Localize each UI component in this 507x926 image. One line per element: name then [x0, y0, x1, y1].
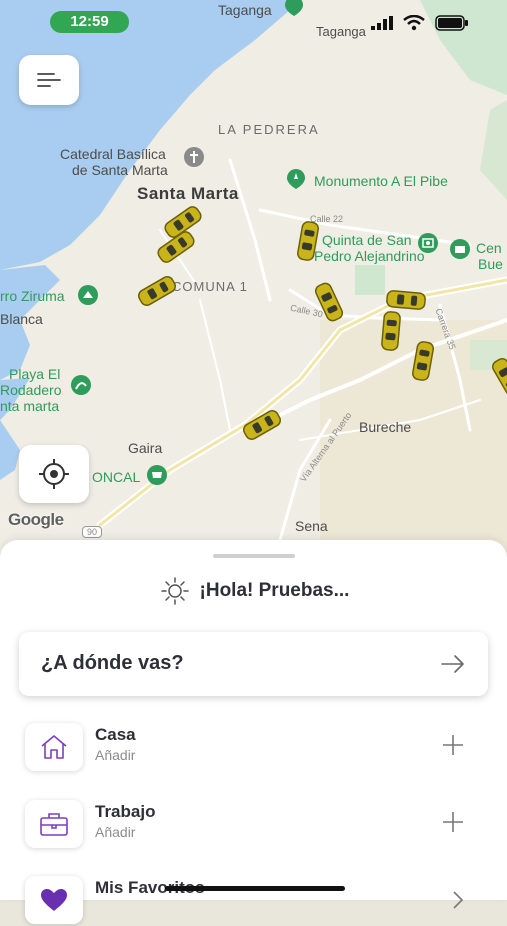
map-label-catedral-line2: de Santa Marta [72, 162, 168, 178]
arrow-right-icon [441, 655, 464, 673]
map-label-santa-marta: Santa Marta [137, 184, 239, 203]
taxi-marker[interactable] [378, 310, 403, 352]
home-indicator [165, 886, 345, 891]
map-label-sena: Sena [295, 518, 328, 534]
battery-icon [435, 15, 468, 31]
beach-pin-icon[interactable] [70, 374, 92, 396]
map-label-gaira: Gaira [128, 440, 163, 456]
locate-me-button[interactable] [19, 445, 89, 503]
map-label-bureche: Bureche [359, 419, 412, 435]
map-label-quinta-line2: Pedro Alejandrino [314, 248, 425, 264]
chevron-right-icon [453, 891, 464, 909]
map-label-centro-line1: Cen [476, 240, 502, 256]
monument-pin-icon[interactable] [285, 168, 307, 190]
place-row-casa[interactable]: Casa Añadir [25, 723, 465, 773]
map-label-monumento: Monumento A El Pibe [314, 173, 448, 189]
map-label-centro-line2: Bue [478, 256, 503, 272]
sun-icon [160, 577, 189, 605]
destination-prompt: ¿A dónde vas? [41, 652, 184, 674]
map-label-taganga-top: Taganga [218, 2, 272, 18]
briefcase-icon [40, 813, 68, 836]
map-label-playa-line1: Playa El [9, 366, 61, 382]
place-row-trabajo[interactable]: Trabajo Añadir [25, 800, 465, 850]
wifi-icon [403, 15, 425, 31]
destination-search-button[interactable]: ¿A dónde vas? [19, 632, 488, 696]
map-label-playa-line2: Rodadero [0, 382, 62, 398]
map-view[interactable]: Taganga Taganga LA PEDRERA Catedral Basí… [0, 0, 507, 560]
signal-icon [371, 16, 393, 30]
sheet-grabber[interactable] [213, 554, 295, 558]
home-icon [41, 735, 67, 759]
taganga-pin-icon[interactable] [283, 0, 305, 17]
menu-button[interactable] [19, 55, 79, 105]
map-label-playa-line3: nta marta [0, 398, 60, 414]
status-time: 12:59 [50, 11, 129, 33]
briefcase-icon-box [25, 800, 83, 848]
church-pin-icon[interactable] [183, 146, 205, 168]
place-subtitle: Añadir [95, 824, 136, 840]
park-pin-icon[interactable] [449, 238, 471, 260]
home-icon-box [25, 723, 83, 771]
bottom-sheet: ¡Hola! Pruebas... ¿A dónde vas? Casa Aña… [0, 540, 507, 924]
place-title: Casa [95, 725, 136, 744]
route-shield-90: 90 [82, 526, 103, 538]
place-title: Trabajo [95, 802, 156, 821]
taxi-marker[interactable] [385, 287, 427, 312]
plus-icon[interactable] [441, 810, 465, 834]
place-row-favoritos[interactable]: Mis Favoritos [25, 876, 465, 926]
shopping-pin-icon[interactable] [146, 464, 168, 486]
map-label-comuna: COMUNA 1 [172, 279, 248, 294]
place-subtitle: Añadir [95, 747, 136, 763]
crosshair-icon [39, 459, 69, 489]
map-label-quinta-line1: Quinta de San [322, 232, 412, 248]
menu-icon [37, 73, 61, 87]
map-label-catedral-line1: Catedral Basílica [60, 146, 166, 162]
status-icons [371, 14, 469, 32]
map-label-taganga: Taganga [316, 24, 366, 39]
google-logo: Google [8, 510, 64, 529]
map-label-la-pedrera: LA PEDRERA [218, 122, 320, 137]
heart-icon-box [25, 876, 83, 924]
map-label-oncal: ONCAL [92, 469, 141, 485]
greeting: ¡Hola! Pruebas... [0, 576, 507, 606]
map-label-blanca: Blanca [0, 311, 43, 327]
museum-pin-icon[interactable] [417, 232, 439, 254]
map-label-ziruma: rro Ziruma [0, 288, 65, 304]
greeting-text: ¡Hola! Pruebas... [199, 580, 350, 601]
plus-icon[interactable] [441, 733, 465, 757]
heart-icon [41, 889, 67, 911]
ziruma-pin-icon[interactable] [77, 284, 99, 306]
